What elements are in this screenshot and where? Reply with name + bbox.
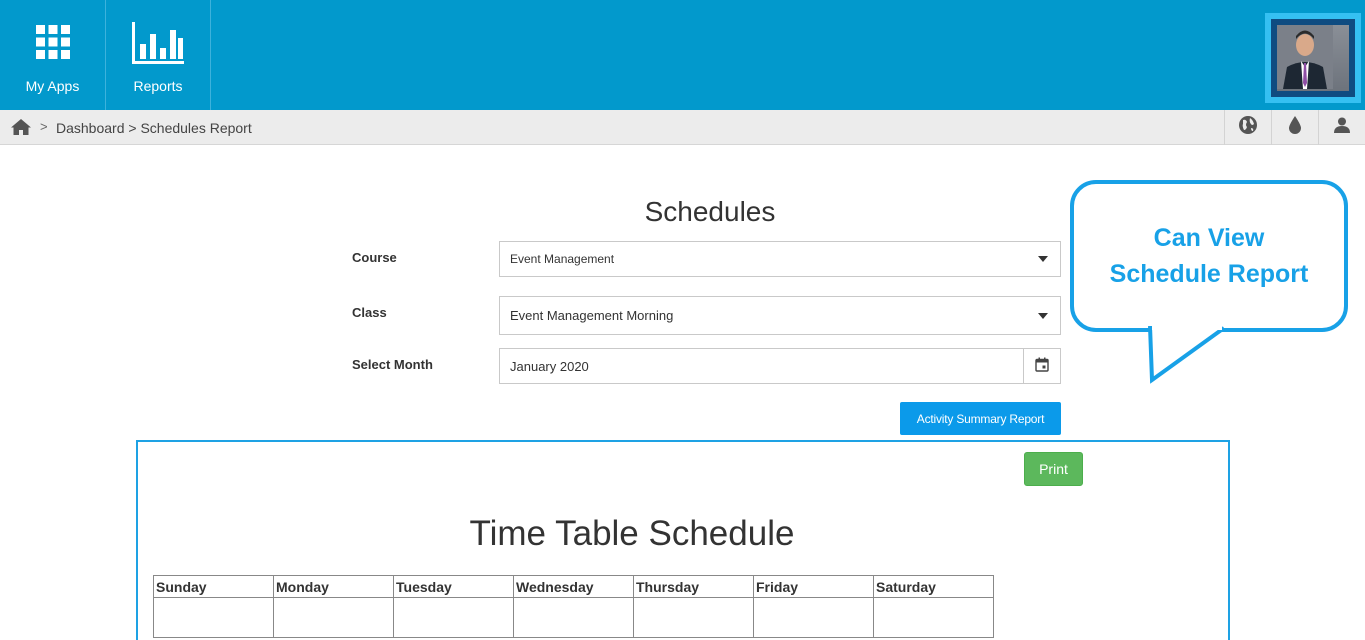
timetable-cell bbox=[753, 597, 874, 638]
calendar-button[interactable] bbox=[1023, 349, 1060, 383]
timetable-cell bbox=[393, 597, 514, 638]
breadcrumb-path[interactable]: Dashboard > Schedules Report bbox=[56, 120, 252, 136]
page-title: Schedules bbox=[644, 196, 776, 227]
calendar-icon bbox=[1035, 357, 1049, 375]
callout-line-1: Can View bbox=[1153, 224, 1265, 252]
profile-menu-button[interactable] bbox=[1318, 110, 1365, 145]
timetable: Sunday Monday Tuesday Wednesday Thursday… bbox=[153, 575, 994, 638]
class-select[interactable]: Event Management Morning bbox=[499, 296, 1061, 335]
timetable-cell bbox=[273, 597, 394, 638]
user-icon bbox=[1333, 116, 1351, 139]
nav-reports-label: Reports bbox=[133, 78, 183, 94]
day-header-thursday: Thursday bbox=[633, 575, 754, 598]
day-header-saturday: Saturday bbox=[873, 575, 994, 598]
chevron-down-icon bbox=[1038, 256, 1048, 262]
callout-bubble: Can View Schedule Report bbox=[1070, 180, 1348, 332]
day-header-wednesday: Wednesday bbox=[513, 575, 634, 598]
bar-chart-icon bbox=[130, 20, 186, 71]
print-button[interactable]: Print bbox=[1024, 452, 1083, 486]
top-header: My Apps Reports bbox=[0, 0, 1365, 110]
nav-reports[interactable]: Reports bbox=[106, 0, 211, 110]
breadcrumb-separator: > bbox=[40, 119, 48, 134]
grid-icon bbox=[35, 24, 71, 65]
avatar-photo bbox=[1277, 25, 1349, 91]
timetable-title: Time Table Schedule bbox=[469, 514, 795, 553]
class-label: Class bbox=[352, 305, 387, 320]
class-select-value: Event Management Morning bbox=[510, 308, 674, 323]
user-avatar[interactable] bbox=[1265, 13, 1361, 103]
course-select-value: Event Management bbox=[510, 252, 615, 266]
chevron-down-icon bbox=[1038, 312, 1048, 319]
timetable-cell bbox=[513, 597, 634, 638]
globe-icon bbox=[1238, 115, 1258, 140]
drop-icon bbox=[1288, 115, 1302, 140]
timetable-cell bbox=[153, 597, 274, 638]
day-header-friday: Friday bbox=[753, 575, 874, 598]
callout-line-2: Schedule Report bbox=[1109, 260, 1309, 288]
timetable-row bbox=[153, 597, 994, 638]
timetable-cell bbox=[633, 597, 754, 638]
theme-button[interactable] bbox=[1271, 110, 1318, 145]
timetable-header-row: Sunday Monday Tuesday Wednesday Thursday… bbox=[153, 575, 994, 598]
month-picker[interactable]: January 2020 bbox=[499, 348, 1061, 384]
home-icon[interactable] bbox=[10, 118, 32, 141]
course-label: Course bbox=[352, 250, 397, 265]
month-label: Select Month bbox=[352, 357, 433, 372]
day-header-monday: Monday bbox=[273, 575, 394, 598]
nav-my-apps-label: My Apps bbox=[25, 78, 80, 94]
day-header-sunday: Sunday bbox=[153, 575, 274, 598]
course-select[interactable]: Event Management bbox=[499, 241, 1061, 277]
language-button[interactable] bbox=[1224, 110, 1271, 145]
month-picker-value: January 2020 bbox=[510, 358, 589, 374]
day-header-tuesday: Tuesday bbox=[393, 575, 514, 598]
callout-tail bbox=[1148, 326, 1226, 384]
breadcrumb: > Dashboard > Schedules Report bbox=[0, 110, 1365, 145]
timetable-cell bbox=[873, 597, 994, 638]
nav-my-apps[interactable]: My Apps bbox=[0, 0, 106, 110]
activity-summary-report-button[interactable]: Activity Summary Report bbox=[900, 402, 1061, 435]
